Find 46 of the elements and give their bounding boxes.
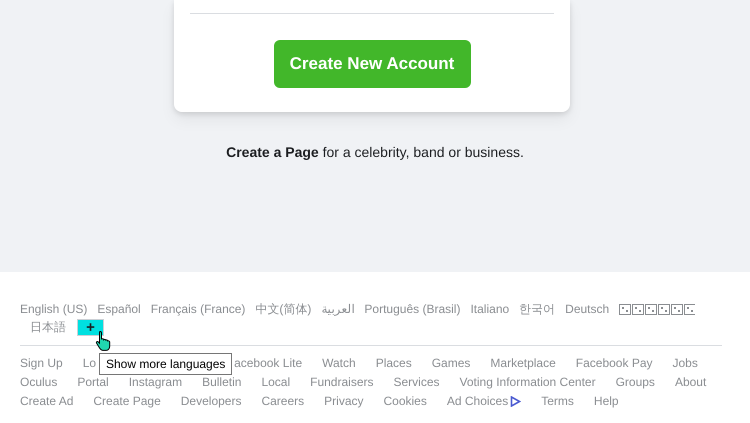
footer-link[interactable]: Create Page <box>93 392 161 411</box>
footer-link[interactable]: Instagram <box>128 373 182 392</box>
footer-link[interactable]: Facebook Pay <box>576 354 652 373</box>
footer-link[interactable]: Marketplace <box>490 354 556 373</box>
language-link[interactable]: 한국어 <box>519 300 556 318</box>
footer-link[interactable]: Groups <box>616 373 655 392</box>
footer-link[interactable]: Developers <box>180 392 242 411</box>
footer-link[interactable]: Cookies <box>384 392 427 411</box>
language-link[interactable]: Français (France) <box>150 300 246 318</box>
language-link[interactable]: Português (Brasil) <box>364 300 460 318</box>
create-account-button[interactable]: Create New Account <box>274 40 470 88</box>
footer-link[interactable]: Jobs <box>672 354 698 373</box>
footer-link[interactable]: Portal <box>77 373 109 392</box>
language-link[interactable]: العربية <box>321 300 354 318</box>
more-languages-button[interactable]: + <box>77 318 104 336</box>
language-link[interactable]: 中文(简体) <box>255 300 312 318</box>
ad-choices-link[interactable]: Ad Choices <box>446 392 522 411</box>
footer-link[interactable]: Places <box>376 354 412 373</box>
footer-link[interactable]: Lo <box>82 354 96 373</box>
footer-link[interactable]: Help <box>594 392 619 411</box>
hand-cursor-icon <box>95 330 111 351</box>
language-link[interactable]: Italiano <box>470 300 510 318</box>
footer-link[interactable]: Services <box>393 373 440 392</box>
footer-link[interactable]: Careers <box>261 392 304 411</box>
footer-link[interactable]: Fundraisers <box>310 373 374 392</box>
footer-link-text[interactable]: Ad Choices <box>446 392 508 411</box>
language-link[interactable]: English (US) <box>20 300 88 318</box>
language-link[interactable]: Español <box>97 300 141 318</box>
footer-link[interactable]: Voting Information Center <box>460 373 596 392</box>
footer-link[interactable]: About <box>674 373 706 392</box>
create-page-text: Create a Page for a celebrity, band or business. <box>225 144 525 160</box>
tooltip: Show more languages <box>99 353 232 375</box>
footer-link[interactable]: Create Ad <box>20 392 74 411</box>
footer-link[interactable]: acebook Lite <box>234 354 302 373</box>
footer-link[interactable]: Games <box>432 354 470 373</box>
footer-link[interactable]: Bulletin <box>202 373 242 392</box>
footer-link[interactable]: Local <box>261 373 290 392</box>
language-link[interactable]: 日本語 <box>30 318 66 336</box>
footer-link[interactable]: Sign Up <box>20 354 63 373</box>
unrendered-glyphs-drawing[interactable] <box>619 304 696 314</box>
footer-link[interactable]: Oculus <box>20 373 58 392</box>
language-link[interactable]: Deutsch <box>565 300 610 318</box>
play-triangle-icon <box>510 396 522 407</box>
footer-link[interactable]: Terms <box>541 392 574 411</box>
footer-link[interactable]: Privacy <box>324 392 364 411</box>
footer-link[interactable]: Watch <box>322 354 356 373</box>
